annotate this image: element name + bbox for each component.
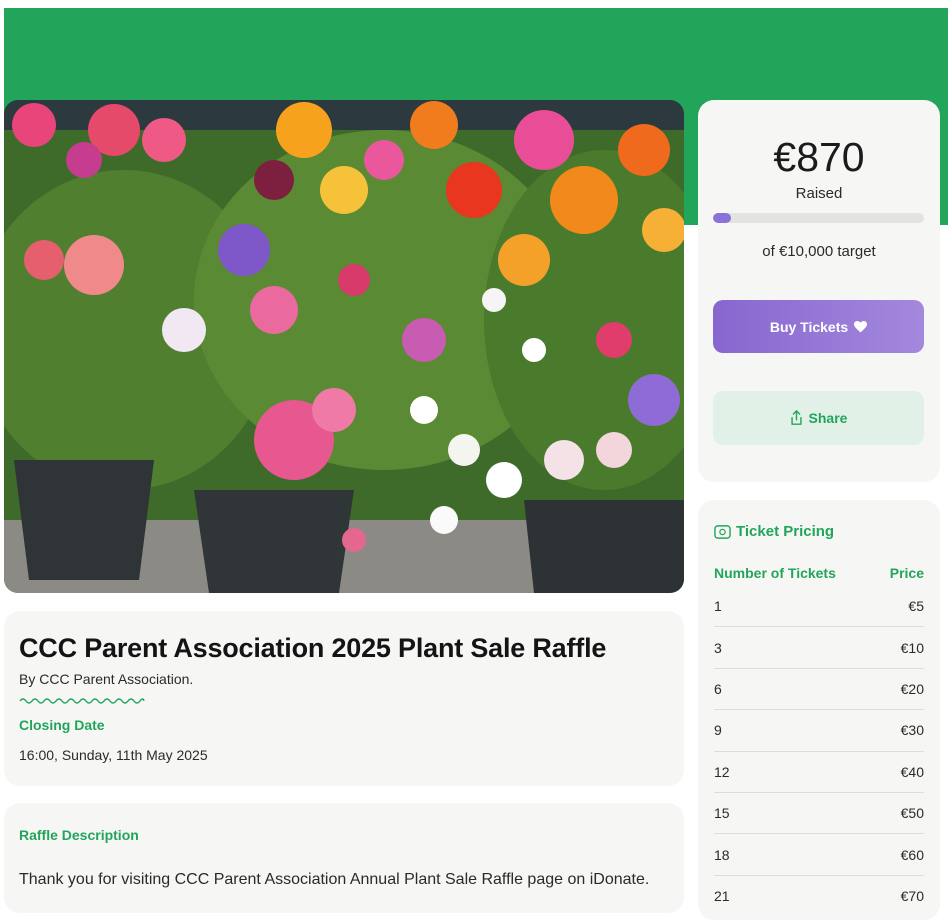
share-icon (790, 410, 802, 425)
col-header-price: Price (889, 565, 924, 581)
closing-date-label: Closing Date (19, 717, 105, 733)
buy-tickets-label: Buy Tickets (769, 318, 849, 335)
ticket-price: €70 (900, 887, 924, 904)
ticket-price: €10 (900, 639, 924, 656)
ticket-price: €5 (908, 598, 924, 615)
share-button[interactable]: Share (713, 391, 924, 445)
raised-amount: €870 (773, 134, 865, 180)
hero-image-flower-pots (4, 100, 684, 593)
organizer-line: By CCC Parent Association. (19, 671, 194, 687)
ticket-price: €50 (900, 805, 924, 822)
description-text: Thank you for visiting CCC Parent Associ… (19, 871, 650, 888)
pricing-row: 3 €10 (714, 627, 924, 669)
progress-bar (713, 213, 924, 223)
ticket-count: 1 (714, 598, 722, 615)
squiggle-divider-icon (19, 698, 145, 704)
ticket-pricing-card: Ticket Pricing Number of Tickets Price 1… (698, 500, 940, 920)
progress-bar-fill (713, 213, 732, 223)
ticket-price: €40 (900, 763, 924, 780)
heart-icon (854, 320, 868, 332)
ticket-count: 12 (714, 763, 730, 780)
ticket-count: 3 (714, 639, 722, 656)
ticket-count: 15 (714, 805, 730, 822)
ticket-price: €60 (900, 846, 924, 863)
raised-label: Raised (795, 185, 843, 202)
col-header-tickets: Number of Tickets (714, 565, 836, 581)
pricing-row: 12 €40 (714, 752, 924, 793)
fundraising-card: €870 Raised of €10,000 target Buy Ticket… (698, 100, 940, 482)
pricing-row: 6 €20 (714, 669, 924, 711)
closing-date-value: 16:00, Sunday, 11th May 2025 (19, 747, 208, 763)
ticket-count: 18 (714, 846, 730, 863)
ticket-count: 21 (714, 887, 730, 904)
ticket-pricing-title: Ticket Pricing (736, 523, 835, 540)
raffle-info-card: CCC Parent Association 2025 Plant Sale R… (4, 611, 684, 786)
pricing-row: 1 €5 (714, 586, 924, 628)
ticket-price: €30 (900, 722, 924, 739)
ticket-count: 9 (714, 722, 722, 739)
share-label: Share (808, 410, 848, 426)
page-title: CCC Parent Association 2025 Plant Sale R… (19, 633, 607, 663)
ticket-count: 6 (714, 680, 722, 697)
pricing-table: 1 €5 3 €10 6 €20 9 €30 12 €40 15 €50 18 €60 21 €… (714, 586, 924, 916)
target-label: of €10,000 target (762, 243, 876, 260)
buy-tickets-button[interactable]: Buy Tickets (713, 300, 924, 353)
pricing-row: 21 €70 (714, 876, 924, 916)
pricing-row: 9 €30 (714, 710, 924, 752)
description-label: Raffle Description (19, 827, 139, 843)
ticket-pricing-header: Ticket Pricing (714, 523, 834, 540)
ticket-icon (714, 524, 731, 539)
pricing-row: 18 €60 (714, 834, 924, 876)
ticket-price: €20 (900, 680, 924, 697)
pricing-row: 15 €50 (714, 793, 924, 835)
